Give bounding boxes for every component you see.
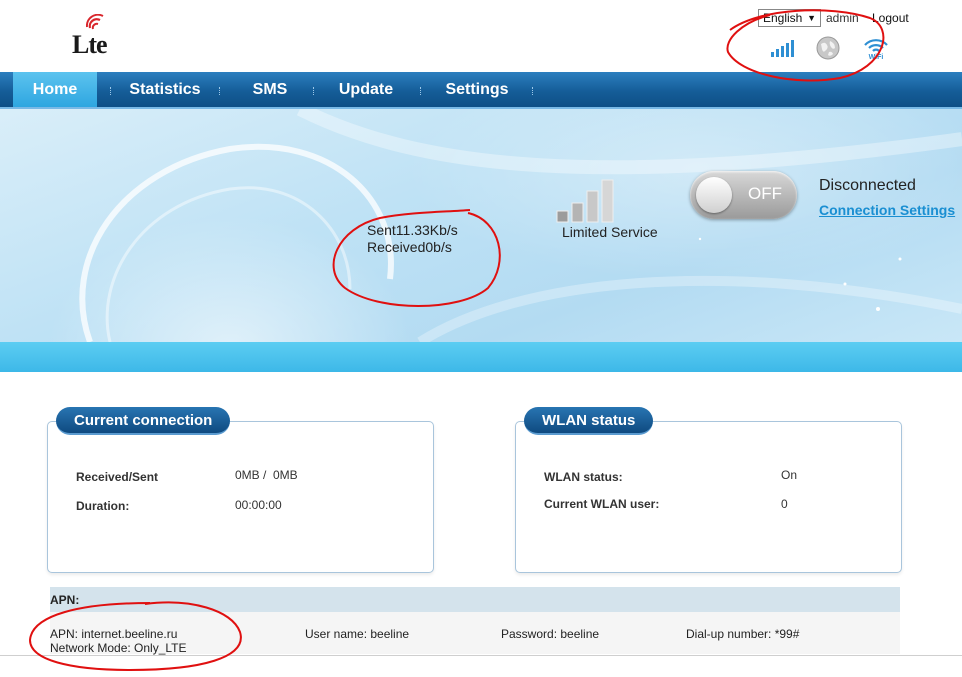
connection-status: Disconnected — [819, 177, 916, 194]
wlan-status-value: On — [781, 468, 798, 482]
duration-label: Duration: — [76, 499, 130, 513]
lte-logo: Lte — [72, 14, 120, 59]
nav-divider — [110, 87, 112, 95]
bottom-divider — [0, 655, 962, 656]
apn-header: APN: — [50, 587, 900, 612]
language-select[interactable]: English ▼ — [758, 9, 821, 27]
wlan-user-value: 0 — [781, 497, 788, 511]
signal-strength-icon — [556, 179, 614, 223]
language-value: English — [763, 11, 803, 25]
apn-username: User name: beeline — [305, 627, 410, 641]
current-connection-title: Current connection — [56, 407, 231, 435]
logout-link[interactable]: Logout — [872, 11, 909, 25]
current-connection-panel: Received/Sent 0MB / 0MB Duration: 00:00:… — [47, 421, 434, 573]
received-sent-value: 0MB / 0MB — [235, 468, 298, 482]
svg-text:WiFi: WiFi — [869, 54, 884, 60]
tab-statistics[interactable]: Statistics — [120, 72, 210, 107]
service-status: Limited Service — [562, 224, 658, 240]
connection-settings-link[interactable]: Connection Settings — [819, 202, 955, 218]
dialup-number: Dial-up number: *99# — [686, 627, 800, 641]
tab-sms[interactable]: SMS — [243, 72, 297, 107]
apn-password: Password: beeline — [501, 627, 600, 641]
sent-rate: Sent11.33Kb/s — [367, 222, 458, 238]
nav-divider — [532, 87, 534, 95]
username-label: admin — [826, 11, 859, 25]
nav-divider — [313, 87, 315, 95]
banner-strip — [0, 342, 962, 372]
banner-decoration — [79, 109, 962, 342]
status-banner: Sent11.33Kb/s Received0b/s Limited Servi… — [0, 109, 962, 342]
received-rate: Received0b/s — [367, 239, 452, 255]
toggle-knob — [696, 177, 732, 213]
apn-details: APN: internet.beeline.ru Network Mode: O… — [50, 612, 900, 655]
nav-divider — [420, 87, 422, 95]
header: Lte English ▼ admin Logout WiFi — [0, 0, 962, 72]
wlan-status-title: WLAN status — [524, 407, 654, 435]
tab-settings[interactable]: Settings — [439, 72, 515, 107]
wlan-status-label: WLAN status: — [544, 470, 623, 484]
tab-update[interactable]: Update — [331, 72, 401, 107]
wlan-status-panel: WLAN status: On Current WLAN user: 0 — [515, 421, 902, 573]
globe-icon — [816, 36, 840, 60]
wlan-user-label: Current WLAN user: — [544, 497, 660, 511]
logo-text: Lte — [72, 30, 108, 59]
chevron-down-icon: ▼ — [807, 13, 816, 23]
logo-signal-icon — [86, 14, 104, 30]
nav-divider — [219, 87, 221, 95]
signal-bars-icon — [771, 40, 794, 57]
toggle-label: OFF — [748, 184, 782, 203]
wifi-icon: WiFi — [864, 39, 888, 60]
apn-header-label: APN: — [50, 593, 80, 607]
received-sent-label: Received/Sent — [76, 470, 159, 484]
connection-toggle[interactable]: OFF — [690, 171, 797, 219]
duration-value: 00:00:00 — [235, 498, 282, 512]
network-mode: Network Mode: Only_LTE — [50, 641, 187, 655]
main-nav: Home Statistics SMS Update Settings — [0, 72, 962, 109]
tab-home[interactable]: Home — [13, 72, 97, 107]
apn-value: APN: internet.beeline.ru — [50, 627, 178, 641]
